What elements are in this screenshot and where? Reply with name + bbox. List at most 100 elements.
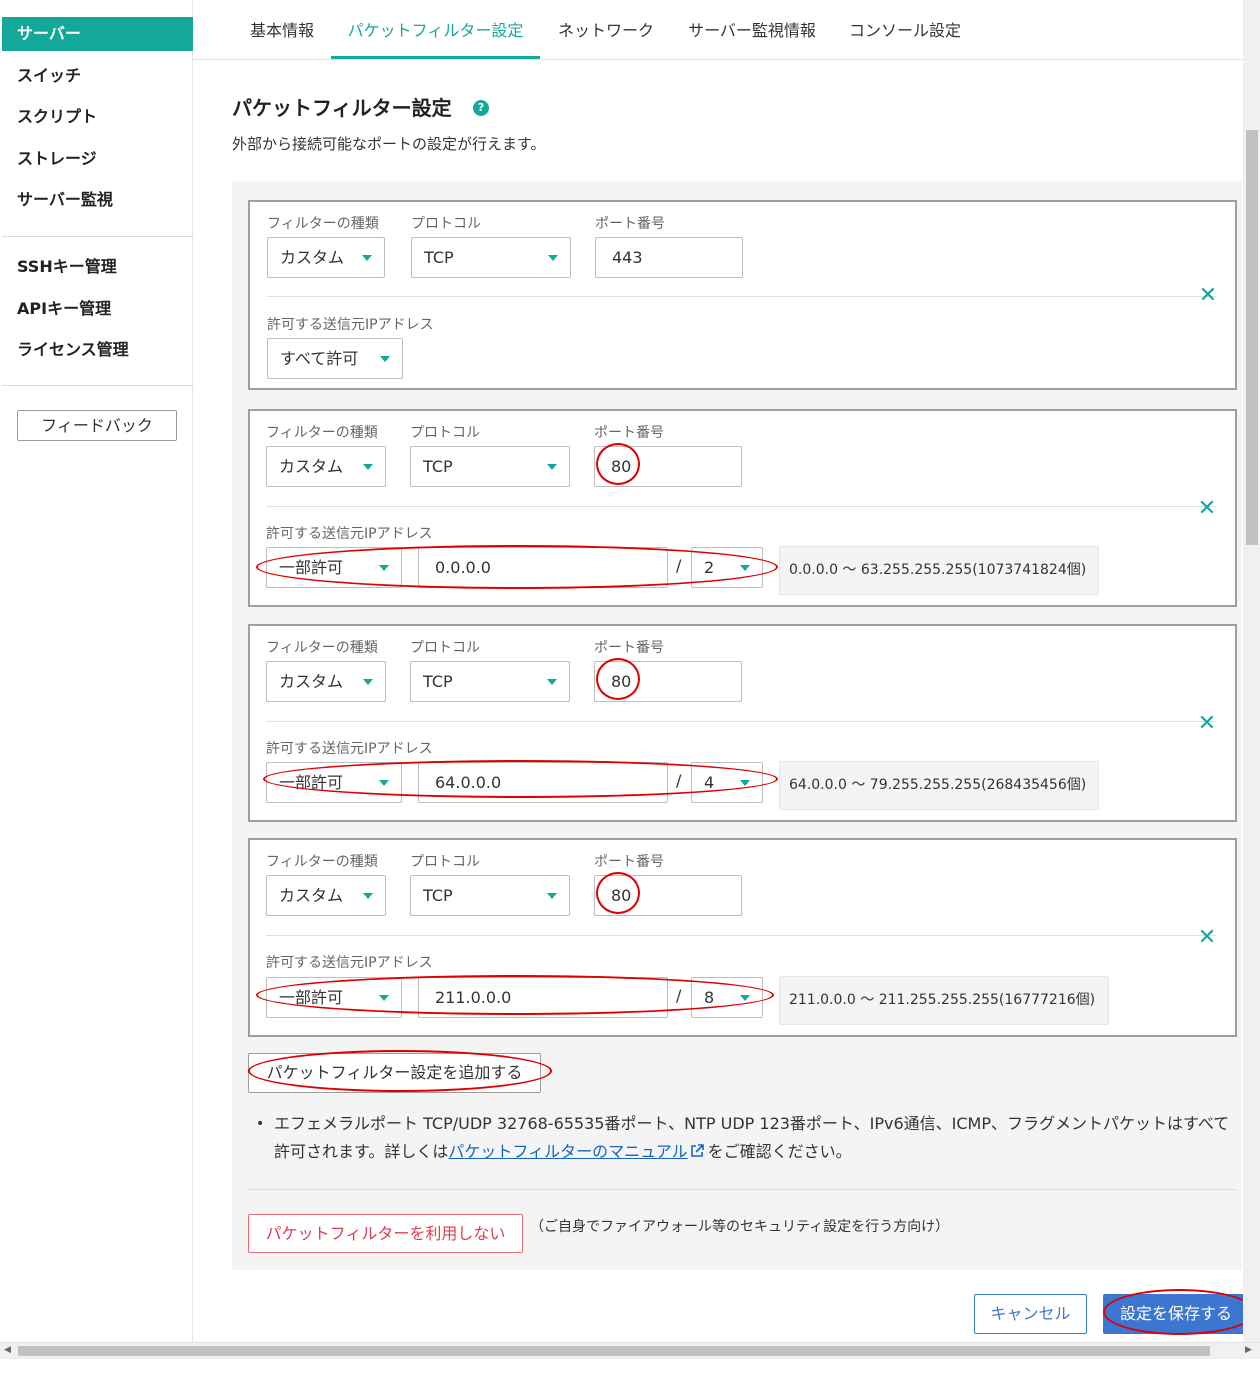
protocol-value: TCP: [423, 457, 453, 476]
rule-divider: [266, 506, 1216, 507]
port-label: ポート番号: [594, 854, 664, 870]
packet-filter-manual-link[interactable]: パケットフィルターのマニュアル: [448, 1142, 687, 1161]
source-mode-select[interactable]: 一部許可: [266, 547, 402, 588]
filter-type-value: カスタム: [280, 248, 345, 267]
protocol-value: TCP: [423, 672, 453, 691]
cidr-prefix-select[interactable]: 2: [691, 547, 763, 588]
disable-packet-filter-button[interactable]: パケットフィルターを利用しない: [248, 1214, 523, 1253]
sidebar-item-storage[interactable]: ストレージ: [2, 142, 193, 176]
tab-packet-filter[interactable]: パケットフィルター設定: [331, 0, 540, 59]
tab-server-monitoring[interactable]: サーバー監視情報: [673, 0, 831, 59]
port-label: ポート番号: [595, 216, 665, 232]
protocol-select[interactable]: TCP: [410, 446, 570, 487]
cidr-prefix-value: 2: [704, 558, 715, 577]
sidebar-item-ssh-keys[interactable]: SSHキー管理: [2, 250, 193, 284]
chevron-down-icon: [740, 780, 750, 786]
cidr-slash: /: [676, 556, 682, 575]
source-mode-value: 一部許可: [279, 988, 344, 1007]
tab-network[interactable]: ネットワーク: [543, 0, 669, 59]
scroll-left-icon[interactable]: ◀: [4, 1346, 11, 1355]
port-input[interactable]: 443: [595, 237, 743, 278]
sidebar-item-api-keys[interactable]: APIキー管理: [2, 292, 193, 326]
protocol-value: TCP: [423, 886, 453, 905]
sidebar-item-script[interactable]: スクリプト: [2, 100, 193, 134]
filter-type-select[interactable]: カスタム: [266, 446, 386, 487]
filter-type-label: フィルターの種類: [267, 216, 379, 232]
cidr-prefix-select[interactable]: 8: [691, 977, 763, 1018]
remove-rule-icon[interactable]: ✕: [1197, 498, 1217, 520]
sidebar-item-server[interactable]: サーバー: [2, 17, 193, 51]
chevron-down-icon: [740, 995, 750, 1001]
tab-console-settings[interactable]: コンソール設定: [838, 0, 972, 59]
section-divider: [248, 1189, 1237, 1190]
protocol-value: TCP: [424, 248, 454, 267]
ip-range-info: 211.0.0.0 〜 211.255.255.255(16777216個): [779, 976, 1109, 1025]
protocol-select[interactable]: TCP: [410, 875, 570, 916]
horizontal-scrollbar[interactable]: ◀ ▶: [0, 1342, 1260, 1359]
filter-type-label: フィルターの種類: [266, 854, 378, 870]
cidr-prefix-select[interactable]: 4: [691, 762, 763, 803]
remove-rule-icon[interactable]: ✕: [1198, 285, 1218, 307]
protocol-select[interactable]: TCP: [411, 237, 571, 278]
filter-rule-card: フィルターの種類 プロトコル ポート番号 カスタム TCP 80 ✕ 許可する送…: [248, 409, 1237, 607]
cidr-prefix-value: 8: [704, 988, 715, 1007]
cidr-slash: /: [676, 986, 682, 1005]
source-ip-input[interactable]: 64.0.0.0: [418, 762, 668, 803]
sidebar-divider: [2, 236, 193, 237]
filter-type-label: フィルターの種類: [266, 640, 378, 656]
filter-type-select[interactable]: カスタム: [267, 237, 385, 278]
filter-type-value: カスタム: [279, 672, 344, 691]
port-label: ポート番号: [594, 425, 664, 441]
port-input[interactable]: 80: [594, 661, 742, 702]
sidebar-item-switch[interactable]: スイッチ: [2, 59, 193, 93]
tab-bar: 基本情報 パケットフィルター設定 ネットワーク サーバー監視情報 コンソール設定: [193, 0, 1260, 60]
help-icon[interactable]: ?: [473, 100, 489, 116]
chevron-down-icon: [547, 464, 557, 470]
ip-range-info: 64.0.0.0 〜 79.255.255.255(268435456個): [779, 761, 1099, 810]
remove-rule-icon[interactable]: ✕: [1197, 927, 1217, 949]
chevron-down-icon: [363, 679, 373, 685]
source-mode-value: すべて許可: [280, 349, 359, 368]
port-input[interactable]: 80: [594, 446, 742, 487]
vertical-scroll-thumb[interactable]: [1246, 130, 1258, 545]
remove-rule-icon[interactable]: ✕: [1197, 713, 1217, 735]
protocol-label: プロトコル: [411, 216, 481, 232]
protocol-label: プロトコル: [410, 854, 480, 870]
chevron-down-icon: [363, 464, 373, 470]
chevron-down-icon: [740, 565, 750, 571]
horizontal-scroll-thumb[interactable]: [18, 1346, 1210, 1356]
cidr-slash: /: [676, 771, 682, 790]
port-input[interactable]: 80: [594, 875, 742, 916]
add-packet-filter-button[interactable]: パケットフィルター設定を追加する: [248, 1053, 541, 1093]
note-bullet: •: [256, 1116, 265, 1132]
scroll-right-icon[interactable]: ▶: [1245, 1346, 1252, 1355]
save-settings-button[interactable]: 設定を保存する: [1103, 1294, 1249, 1334]
ip-range-info: 0.0.0.0 〜 63.255.255.255(1073741824個): [779, 546, 1099, 595]
source-mode-select[interactable]: 一部許可: [266, 762, 402, 803]
sidebar-item-licenses[interactable]: ライセンス管理: [2, 333, 193, 367]
source-ip-label: 許可する送信元IPアドレス: [266, 741, 433, 757]
chevron-down-icon: [362, 255, 372, 261]
vertical-scrollbar[interactable]: [1243, 0, 1260, 1342]
filter-type-select[interactable]: カスタム: [266, 875, 386, 916]
filter-rule-card: フィルターの種類 プロトコル ポート番号 カスタム TCP 443 ✕ 許可する…: [248, 200, 1237, 390]
source-ip-input[interactable]: 0.0.0.0: [418, 547, 668, 588]
filter-type-label: フィルターの種類: [266, 425, 378, 441]
note-text: エフェメラルポート TCP/UDP 32768-65535番ポート、NTP UD…: [274, 1110, 1234, 1166]
sidebar-item-server-monitoring[interactable]: サーバー監視: [2, 183, 193, 217]
source-mode-value: 一部許可: [279, 558, 344, 577]
source-mode-select[interactable]: 一部許可: [266, 977, 402, 1018]
cancel-button[interactable]: キャンセル: [974, 1294, 1087, 1334]
tab-basic-info[interactable]: 基本情報: [233, 0, 331, 59]
port-label: ポート番号: [594, 640, 664, 656]
source-mode-select[interactable]: すべて許可: [267, 338, 403, 379]
filter-type-select[interactable]: カスタム: [266, 661, 386, 702]
source-ip-input[interactable]: 211.0.0.0: [418, 977, 668, 1018]
protocol-label: プロトコル: [410, 640, 480, 656]
protocol-select[interactable]: TCP: [410, 661, 570, 702]
chevron-down-icon: [363, 893, 373, 899]
protocol-label: プロトコル: [410, 425, 480, 441]
rule-divider: [267, 296, 1217, 297]
rule-divider: [266, 935, 1216, 936]
feedback-button[interactable]: フィードバック: [17, 410, 177, 441]
